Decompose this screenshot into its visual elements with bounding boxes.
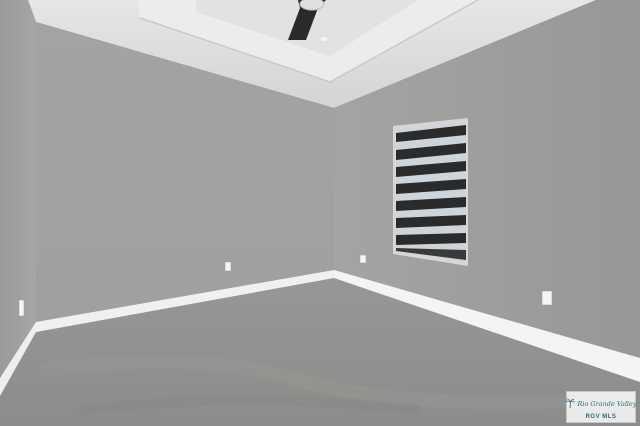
outlet-left [18,299,25,317]
room-illustration [0,0,640,426]
room-photo: Rio Grande Valley RGV MLS [0,0,640,426]
recessed-light [317,35,331,43]
outlet-right-2 [541,290,553,306]
mls-watermark: Rio Grande Valley RGV MLS [565,391,637,423]
outlet-right-1 [359,254,367,264]
outlet-back [224,261,232,272]
palm-tree-icon [565,395,576,413]
fan-hub [299,0,325,11]
window [393,118,468,266]
watermark-line1: Rio Grande Valley [577,399,637,408]
watermark-line2: RGV MLS [585,413,617,420]
